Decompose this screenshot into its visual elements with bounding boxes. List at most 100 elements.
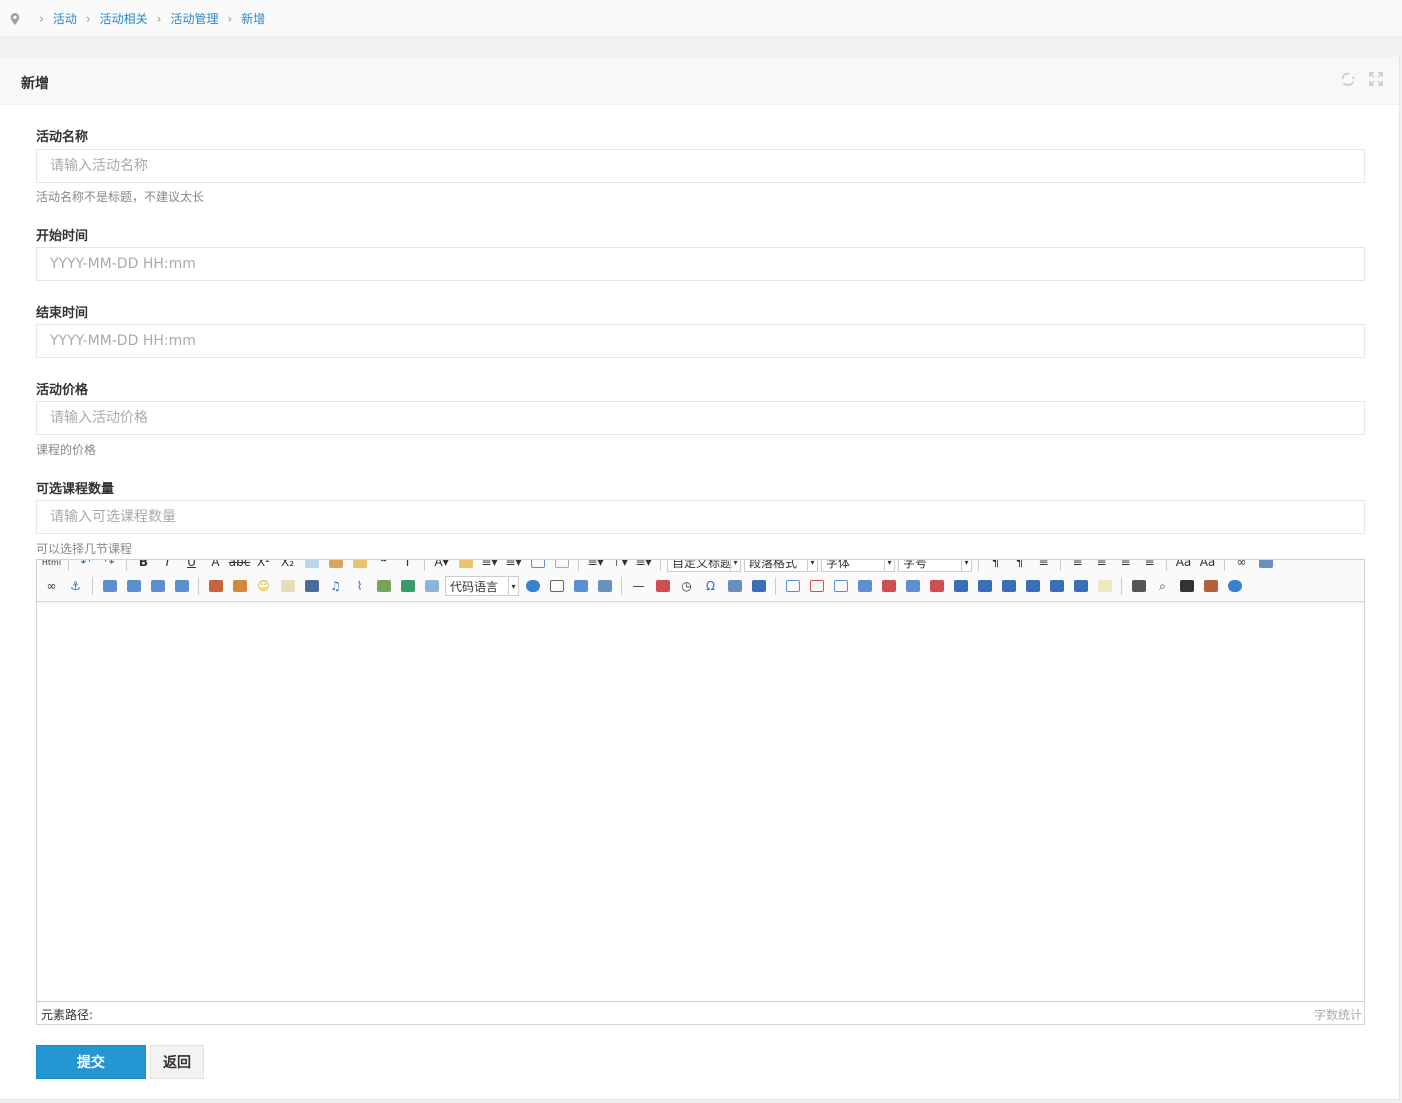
split-to-rows-icon[interactable] [1046, 576, 1067, 596]
fullscreen-icon[interactable] [1369, 72, 1383, 86]
split-to-cells-icon[interactable] [1022, 576, 1043, 596]
ordered-list-icon[interactable]: ≡▾ [479, 560, 500, 572]
google-map-icon[interactable] [397, 576, 418, 596]
breadcrumb-link-new[interactable]: 新增 [241, 10, 265, 27]
clear-doc-icon[interactable] [551, 560, 572, 572]
merge-right-icon[interactable] [974, 576, 995, 596]
direction-rtl-icon[interactable]: ¶ [1009, 560, 1030, 572]
delete-table-icon[interactable] [806, 576, 827, 596]
merge-cells-icon[interactable] [950, 576, 971, 596]
undo-icon[interactable]: ↶ [75, 560, 96, 572]
delete-row-icon[interactable] [878, 576, 899, 596]
paste-plain-icon[interactable]: T [397, 560, 418, 572]
course-count-input[interactable] [36, 500, 1365, 534]
font-color-icon[interactable]: A▾ [431, 560, 452, 572]
paragraph-format-select[interactable]: 段落格式 ▾ [744, 560, 818, 572]
split-to-cols-icon[interactable] [1070, 576, 1091, 596]
start-time-input[interactable] [36, 247, 1365, 281]
word-image-icon[interactable] [748, 576, 769, 596]
subscript-icon[interactable]: X₂ [277, 560, 298, 572]
breadcrumb-link-activity-manage[interactable]: 活动管理 [170, 10, 218, 27]
insert-frame-icon[interactable] [421, 576, 442, 596]
underline-icon[interactable]: U [181, 560, 202, 572]
background-color-icon[interactable] [455, 560, 476, 572]
map-icon[interactable] [373, 576, 394, 596]
simple-upload-icon[interactable] [205, 576, 226, 596]
align-left-icon[interactable]: ≡ [1067, 560, 1088, 572]
search-replace-icon[interactable] [1176, 576, 1197, 596]
preview-icon[interactable] [1255, 560, 1276, 572]
lowercase-icon[interactable]: Aa [1197, 560, 1218, 572]
merge-down-icon[interactable] [998, 576, 1019, 596]
anchor-icon[interactable]: ⚓ [65, 576, 86, 596]
superscript-icon[interactable]: X² [253, 560, 274, 572]
code-language-select[interactable]: 代码语言 ▾ [445, 576, 519, 596]
font-size-select[interactable]: 字号 ▾ [898, 560, 972, 572]
print-icon[interactable] [1128, 576, 1149, 596]
align-center-icon[interactable]: ≡ [1091, 560, 1112, 572]
background-icon[interactable] [570, 576, 591, 596]
link-icon[interactable]: ∞ [1231, 560, 1252, 572]
horizontal-rule-icon[interactable]: — [628, 576, 649, 596]
refresh-icon[interactable] [1341, 72, 1355, 86]
image-right-icon[interactable] [147, 576, 168, 596]
emotion-icon[interactable]: ☺ [253, 576, 274, 596]
snap-screen-icon[interactable] [724, 576, 745, 596]
align-right-icon[interactable]: ≡ [1115, 560, 1136, 572]
uppercase-icon[interactable]: Aa [1173, 560, 1194, 572]
blockquote-icon[interactable]: ❝ [373, 560, 394, 572]
unordered-list-icon[interactable]: ≡▾ [503, 560, 524, 572]
font-family-select[interactable]: 字体 ▾ [821, 560, 895, 572]
auto-typeset-icon[interactable] [349, 560, 370, 572]
insert-video-icon[interactable] [301, 576, 322, 596]
clear-format-icon[interactable] [325, 560, 346, 572]
submit-button[interactable]: 提交 [36, 1045, 146, 1079]
row-spacing-top-icon[interactable]: ≡▾ [585, 560, 606, 572]
format-brush-icon[interactable] [301, 560, 322, 572]
date-icon[interactable] [652, 576, 673, 596]
custom-title-select[interactable]: 自定义标题 ▾ [667, 560, 741, 572]
image-center-icon[interactable] [171, 576, 192, 596]
align-justify-icon[interactable]: ≡ [1139, 560, 1160, 572]
breadcrumb-link-activity[interactable]: 活动 [53, 10, 77, 27]
unlink-icon[interactable]: ∞ [41, 576, 62, 596]
special-chars-icon[interactable]: Ω [700, 576, 721, 596]
insert-row-icon[interactable] [854, 576, 875, 596]
delete-col-icon[interactable] [926, 576, 947, 596]
insert-col-icon[interactable] [902, 576, 923, 596]
scrawl-icon[interactable] [277, 576, 298, 596]
back-button[interactable]: 返回 [150, 1045, 204, 1079]
charts-icon[interactable] [1094, 576, 1115, 596]
insert-table-icon[interactable] [782, 576, 803, 596]
web-app-icon[interactable] [522, 576, 543, 596]
direction-ltr-icon[interactable]: ¶ [985, 560, 1006, 572]
editor-content-area[interactable] [37, 603, 1364, 1001]
time-icon[interactable]: ◷ [676, 576, 697, 596]
breadcrumb-link-activity-related[interactable]: 活动相关 [100, 10, 148, 27]
end-time-label: 结束时间 [36, 306, 89, 321]
redo-icon[interactable]: ↷ [99, 560, 120, 572]
line-height-icon[interactable]: ≡▾ [633, 560, 654, 572]
insert-paragraph-before-table-icon[interactable] [830, 576, 851, 596]
insert-image-icon[interactable] [229, 576, 250, 596]
name-input[interactable] [36, 149, 1365, 183]
row-spacing-bottom-icon[interactable]: ⊤▾ [609, 560, 630, 572]
music-icon[interactable]: ♫ [325, 576, 346, 596]
attachment-icon[interactable]: ⌇ [349, 576, 370, 596]
image-left-icon[interactable] [123, 576, 144, 596]
image-none-icon[interactable] [99, 576, 120, 596]
help-icon[interactable] [1224, 576, 1245, 596]
select-all-icon[interactable] [527, 560, 548, 572]
source-html-icon[interactable]: Html [41, 560, 62, 572]
price-input[interactable] [36, 401, 1365, 435]
bold-icon[interactable]: B [133, 560, 154, 572]
italic-icon[interactable]: I [157, 560, 178, 572]
drafts-icon[interactable] [1200, 576, 1221, 596]
indent-icon[interactable]: ≡ [1033, 560, 1054, 572]
template-icon[interactable] [594, 576, 615, 596]
strikethrough-icon[interactable]: abc [229, 560, 251, 572]
search-icon[interactable]: ⌕ [1152, 576, 1173, 596]
font-border-icon[interactable]: A [205, 560, 226, 572]
end-time-input[interactable] [36, 324, 1365, 358]
page-break-icon[interactable] [546, 576, 567, 596]
